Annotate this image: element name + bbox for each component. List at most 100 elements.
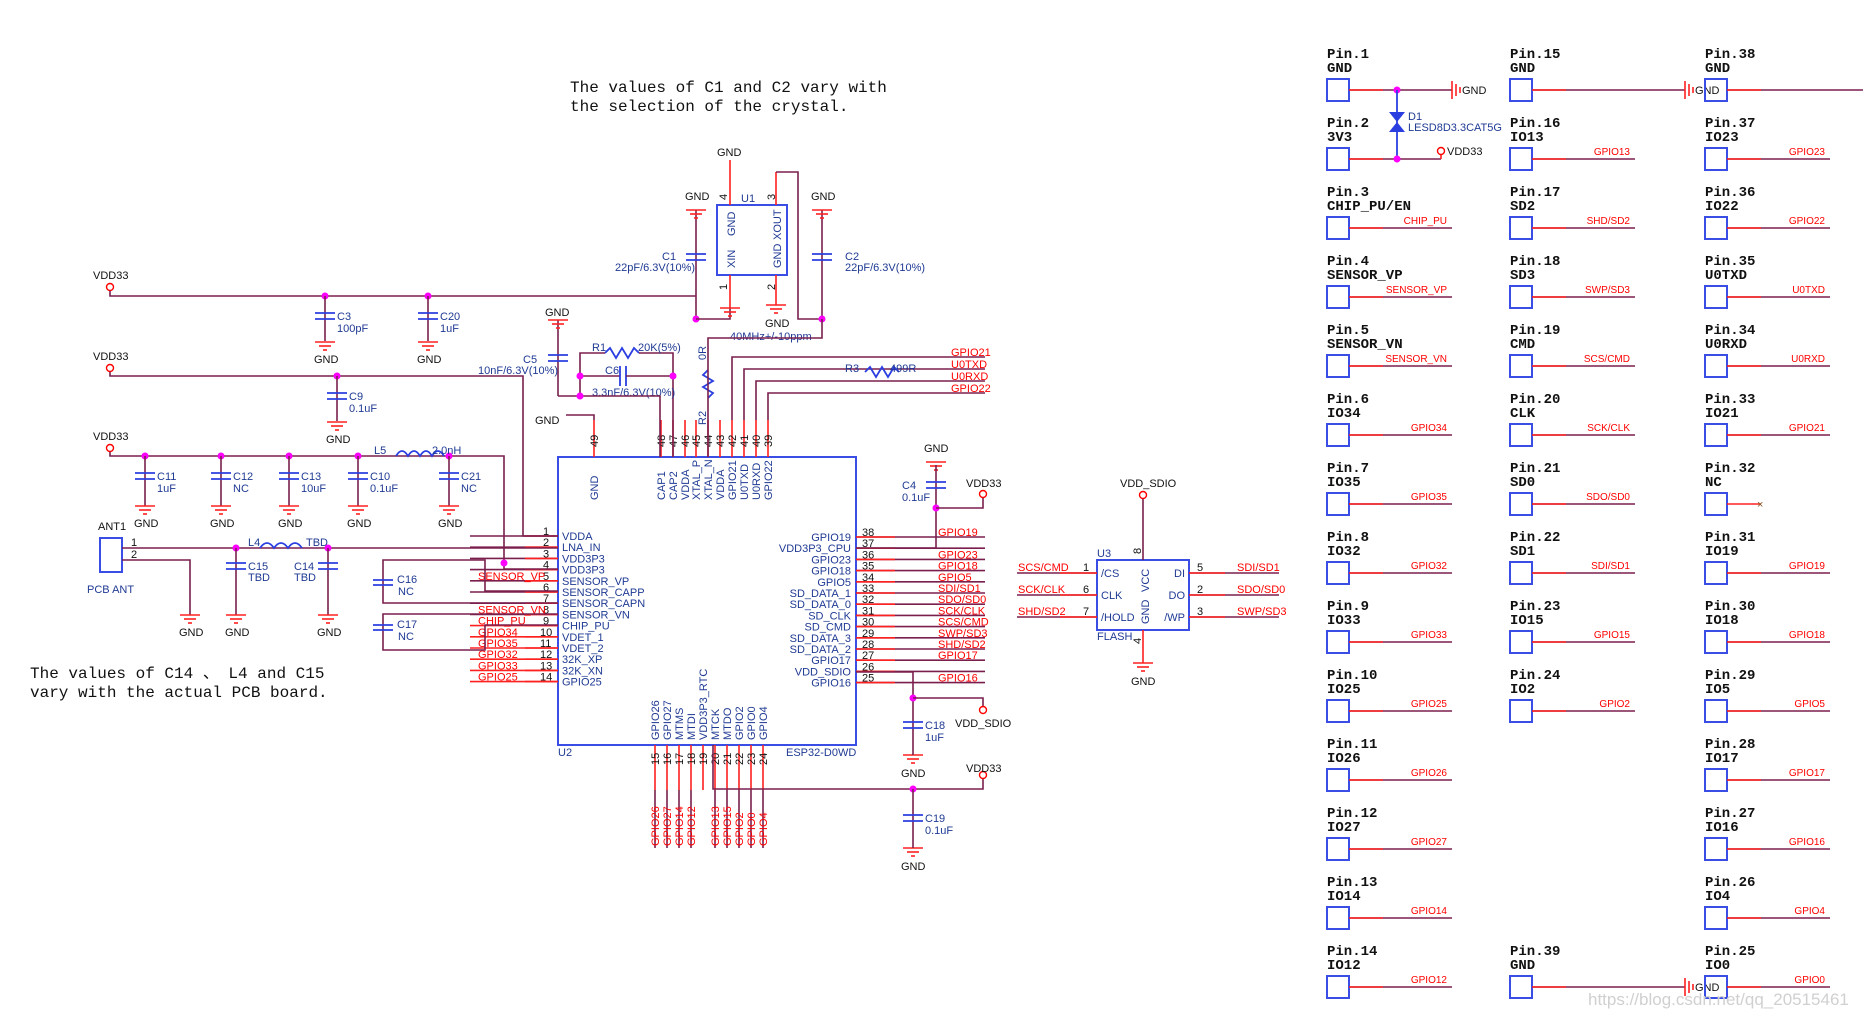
header-pin-37[interactable]: Pin.37IO23GPIO23	[1704, 116, 1830, 171]
esp32-right-net-label: GPIO16	[938, 673, 978, 685]
header-pad[interactable]	[1509, 630, 1533, 654]
header-pin-28[interactable]: Pin.28IO17GPIO17	[1704, 737, 1830, 792]
header-pin-14[interactable]: Pin.14IO12GPIO12	[1326, 944, 1452, 999]
header-pad[interactable]	[1326, 906, 1350, 930]
header-pin-18[interactable]: Pin.18SD3SWP/SD3	[1509, 254, 1635, 309]
esp32-top-pins: 49GND48CAP147CAP246VDDA45XTAL_P44XTAL_N4…	[589, 347, 991, 500]
header-pin-33[interactable]: Pin.33IO21GPIO21	[1704, 392, 1830, 447]
header-pin-19[interactable]: Pin.19CMDSCS/CMD	[1509, 323, 1635, 378]
header-pin-23[interactable]: Pin.23IO15GPIO15	[1509, 599, 1635, 654]
esp32-right-pin-num: 31	[862, 605, 874, 617]
cap-c9-ref: C9	[349, 391, 363, 403]
header-pin-9[interactable]: Pin.9IO33GPIO33	[1326, 599, 1452, 654]
header-pin-35[interactable]: Pin.35U0TXDU0TXD	[1704, 254, 1830, 309]
header-pad[interactable]	[1509, 561, 1533, 585]
esp32-left-pin-name: 32K_XN	[562, 665, 603, 677]
flash-ref: U3	[1097, 548, 1111, 560]
header-pad[interactable]	[1326, 216, 1350, 240]
decoupling-caps-rf: C111uFGNDC12NCGNDC1310uFGNDC100.1uFGNDC2…	[134, 452, 508, 567]
module-header-pins: Pin.1GNDGNDPin.23V3VDD33Pin.3CHIP_PU/ENC…	[1326, 47, 1863, 999]
header-pad[interactable]	[1704, 423, 1728, 447]
esp32-bottom-pin-name: GPIO2	[734, 706, 746, 740]
header-pin-21[interactable]: Pin.21SD0SDO/SD0	[1509, 461, 1635, 516]
header-pad[interactable]	[1326, 285, 1350, 309]
header-pin-11[interactable]: Pin.11IO26GPIO26	[1326, 737, 1452, 792]
esp32-bottom-net-label: GPIO26	[650, 806, 662, 846]
header-pad[interactable]	[1704, 699, 1728, 723]
header-pad[interactable]	[1326, 630, 1350, 654]
header-pin-10[interactable]: Pin.10IO25GPIO25	[1326, 668, 1452, 723]
header-pad[interactable]	[1326, 492, 1350, 516]
l5-ref: L5	[374, 445, 386, 457]
header-pad[interactable]	[1704, 492, 1728, 516]
header-pad[interactable]	[1509, 78, 1533, 102]
flash-left-pin-num: 6	[1083, 584, 1089, 596]
header-pad[interactable]	[1326, 975, 1350, 999]
header-pad[interactable]	[1509, 975, 1533, 999]
header-pin-29[interactable]: Pin.29IO5GPIO5	[1704, 668, 1830, 723]
header-pin-4[interactable]: Pin.4SENSOR_VPSENSOR_VP	[1326, 254, 1452, 309]
c19-value: 0.1uF	[925, 825, 953, 837]
header-pin-3[interactable]: Pin.3CHIP_PU/ENCHIP_PU	[1326, 185, 1452, 240]
header-net-label: SDI/SD1	[1591, 561, 1630, 572]
header-pad[interactable]	[1326, 423, 1350, 447]
esp32-top-pin-name: GND	[589, 476, 601, 501]
header-pin-function: IO33	[1327, 613, 1361, 629]
header-pin-24[interactable]: Pin.24IO2GPIO2	[1509, 668, 1635, 723]
flash-right-net-label: SDO/SD0	[1237, 584, 1285, 596]
header-pin-38[interactable]: Pin.38GNDGND	[1704, 47, 1863, 102]
header-pad[interactable]	[1326, 837, 1350, 861]
esp32-top-pin-num: 45	[691, 435, 703, 447]
header-pin-16[interactable]: Pin.16IO13GPIO13	[1509, 116, 1635, 171]
header-pad[interactable]	[1704, 147, 1728, 171]
header-pad[interactable]	[1509, 423, 1533, 447]
header-pin-8[interactable]: Pin.8IO32GPIO32	[1326, 530, 1452, 585]
header-net-label: SENSOR_VN	[1385, 354, 1447, 365]
header-pin-7[interactable]: Pin.7IO35GPIO35	[1326, 461, 1452, 516]
header-pin-30[interactable]: Pin.30IO18GPIO18	[1704, 599, 1830, 654]
flash-vdd-sdio: VDD_SDIO	[1120, 478, 1177, 490]
header-pad[interactable]	[1704, 630, 1728, 654]
header-pad[interactable]	[1704, 561, 1728, 585]
header-pad[interactable]	[1509, 285, 1533, 309]
header-pad[interactable]	[1326, 354, 1350, 378]
header-pad[interactable]	[1704, 216, 1728, 240]
header-pin-function: IO32	[1327, 544, 1361, 560]
esp32-top-pin-name: VDDA	[715, 469, 727, 500]
header-pad[interactable]	[1704, 837, 1728, 861]
header-pin-32[interactable]: Pin.32NC×	[1704, 461, 1763, 516]
header-pin-5[interactable]: Pin.5SENSOR_VNSENSOR_VN	[1326, 323, 1452, 378]
header-pin-36[interactable]: Pin.36IO22GPIO22	[1704, 185, 1830, 240]
header-pin-function: SD0	[1510, 475, 1535, 491]
esp32-right-pin-name: SD_CLK	[808, 610, 851, 622]
header-pin-27[interactable]: Pin.27IO16GPIO16	[1704, 806, 1830, 861]
header-pin-6[interactable]: Pin.6IO34GPIO34	[1326, 392, 1452, 447]
header-pad[interactable]	[1326, 561, 1350, 585]
header-pad[interactable]	[1509, 147, 1533, 171]
header-pin-function: SENSOR_VN	[1327, 337, 1403, 353]
header-pad[interactable]	[1704, 768, 1728, 792]
header-pad[interactable]	[1326, 78, 1350, 102]
header-pad[interactable]	[1509, 354, 1533, 378]
header-pad[interactable]	[1509, 699, 1533, 723]
header-pin-17[interactable]: Pin.17SD2SHD/SD2	[1509, 185, 1635, 240]
header-pin-12[interactable]: Pin.12IO27GPIO27	[1326, 806, 1452, 861]
header-pad[interactable]	[1509, 492, 1533, 516]
c17-value: NC	[398, 631, 414, 643]
header-pin-13[interactable]: Pin.13IO14GPIO14	[1326, 875, 1452, 930]
header-pin-26[interactable]: Pin.26IO4GPIO4	[1704, 875, 1830, 930]
header-pin-function: IO19	[1705, 544, 1739, 560]
header-pad[interactable]	[1509, 216, 1533, 240]
header-pad[interactable]	[1326, 147, 1350, 171]
header-pin-22[interactable]: Pin.22SD1SDI/SD1	[1509, 530, 1635, 585]
header-pad[interactable]	[1704, 354, 1728, 378]
header-pin-31[interactable]: Pin.31IO19GPIO19	[1704, 530, 1830, 585]
header-pin-15[interactable]: Pin.15GNDGND	[1509, 47, 1720, 102]
l4-ref: L4	[248, 537, 260, 549]
header-pad[interactable]	[1326, 768, 1350, 792]
header-pad[interactable]	[1326, 699, 1350, 723]
header-pad[interactable]	[1704, 906, 1728, 930]
header-pin-20[interactable]: Pin.20CLKSCK/CLK	[1509, 392, 1635, 447]
header-pin-34[interactable]: Pin.34U0RXDU0RXD	[1704, 323, 1830, 378]
header-pad[interactable]	[1704, 285, 1728, 309]
